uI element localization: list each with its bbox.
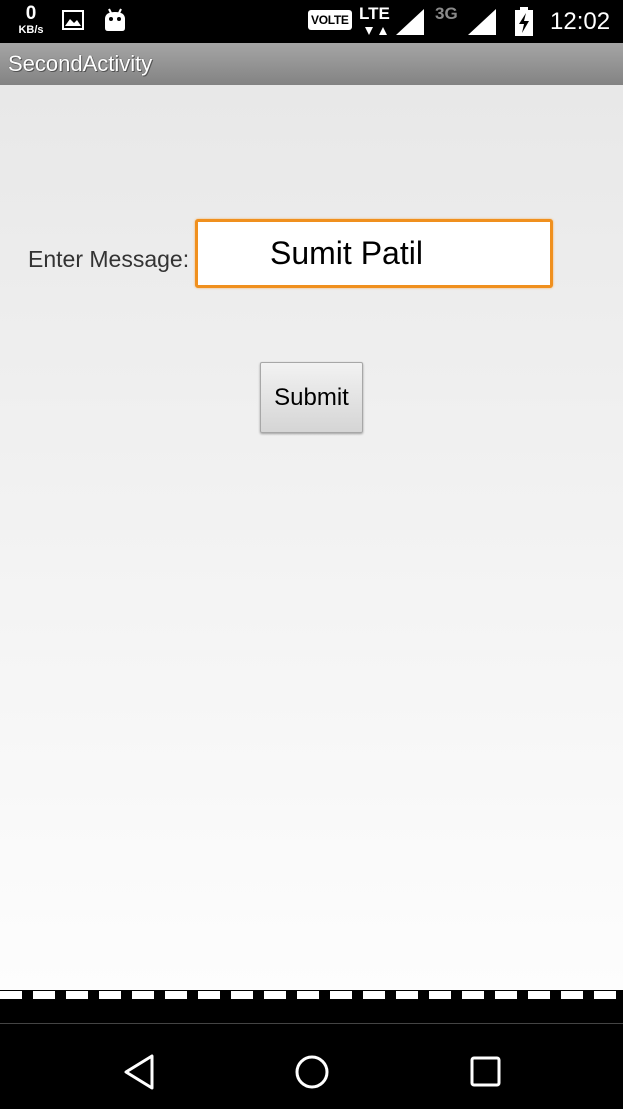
clock: 12:02 [550,8,611,35]
recents-icon[interactable] [463,1050,507,1094]
action-bar: SecondActivity [0,43,623,85]
signal-icon [396,9,424,40]
network-speed: 0 KB/s [14,3,48,37]
submit-button[interactable]: Submit [260,362,363,433]
volte-badge: VOLTE [308,10,352,30]
network-3g-label: 3G [435,4,458,23]
signal-icon [468,9,496,40]
back-icon[interactable] [118,1050,162,1094]
app-title: SecondActivity [8,51,153,76]
battery-charging-icon [513,7,535,42]
torn-edge [0,990,623,1026]
status-bar: 0 KB/s VOLTE LTE 3G 12:02 [0,0,623,43]
image-icon [62,10,84,35]
torn-edge-dashes [0,991,623,999]
main-content: Enter Message: Submit [0,85,623,990]
message-label: Enter Message: [28,246,190,272]
data-arrows-icon [364,24,388,42]
message-input[interactable] [195,219,553,288]
navigation-bar [0,1024,623,1109]
lte-label: LTE [359,4,390,23]
android-icon [103,7,127,38]
network-speed-value: 0 [25,3,37,24]
home-icon[interactable] [290,1050,334,1094]
network-speed-unit: KB/s [18,24,44,36]
